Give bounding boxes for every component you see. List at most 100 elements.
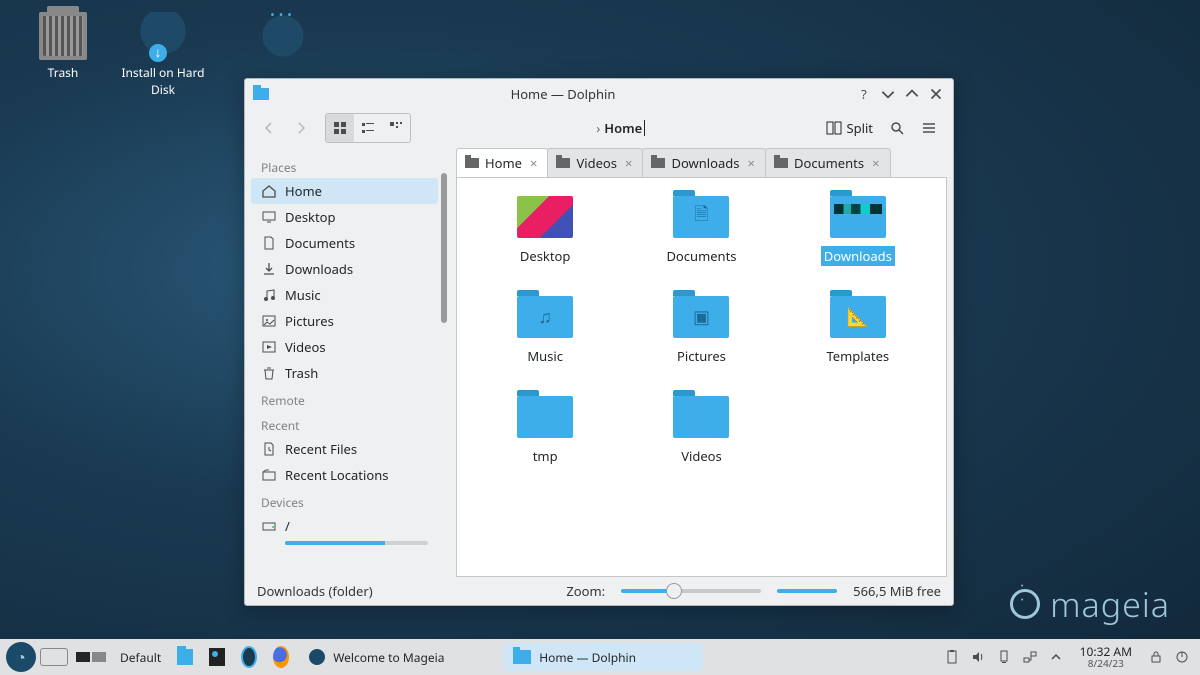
free-space-label: 566,5 MiB free bbox=[853, 582, 941, 600]
task-dolphin[interactable]: Home — Dolphin bbox=[503, 643, 703, 671]
sidebar-item-label: / bbox=[285, 517, 290, 535]
tab-close-icon[interactable]: × bbox=[528, 154, 539, 172]
tab-close-icon[interactable]: × bbox=[623, 154, 634, 172]
tab-home[interactable]: Home× bbox=[456, 148, 548, 177]
folder-label: Pictures bbox=[674, 346, 729, 366]
pager-2[interactable] bbox=[92, 652, 106, 662]
sidebar-item-label: Trash bbox=[285, 364, 318, 382]
hamburger-menu-button[interactable] bbox=[915, 114, 943, 142]
file-view[interactable]: Desktop 🗎Documents Downloads ♫Music ▣Pic… bbox=[456, 177, 947, 577]
minimize-button[interactable] bbox=[879, 85, 897, 103]
tab-videos[interactable]: Videos× bbox=[547, 148, 643, 177]
clock[interactable]: 10:32 AM 8/24/23 bbox=[1074, 645, 1138, 669]
sidebar-item-root[interactable]: / bbox=[251, 513, 438, 539]
search-button[interactable] bbox=[883, 114, 911, 142]
places-header: Places bbox=[251, 153, 438, 178]
split-button[interactable]: Split bbox=[820, 119, 879, 137]
desktop-icon-install[interactable]: Install on Hard Disk bbox=[118, 12, 208, 98]
sidebar-item-recent-locations[interactable]: Recent Locations bbox=[251, 462, 438, 488]
power-tray-icon[interactable] bbox=[1174, 649, 1190, 665]
launcher-konqueror[interactable] bbox=[235, 643, 263, 671]
scrollbar-thumb[interactable] bbox=[441, 173, 447, 323]
split-label: Split bbox=[846, 119, 873, 137]
folder-pictures[interactable]: ▣Pictures bbox=[631, 296, 771, 392]
desktop-icon-trash[interactable]: Trash bbox=[18, 12, 108, 81]
desktop-icon bbox=[261, 209, 277, 225]
sidebar-item-label: Recent Locations bbox=[285, 466, 388, 484]
recent-header: Recent bbox=[251, 411, 438, 436]
folder-label: Music bbox=[524, 346, 566, 366]
zoom-handle[interactable] bbox=[666, 583, 682, 599]
volume-tray-icon[interactable] bbox=[970, 649, 986, 665]
settings-icon bbox=[209, 648, 225, 666]
lock-tray-icon[interactable] bbox=[1148, 649, 1164, 665]
help-button[interactable]: ? bbox=[855, 85, 873, 103]
sidebar-item-downloads[interactable]: Downloads bbox=[251, 256, 438, 282]
show-desktop-button[interactable] bbox=[40, 648, 68, 666]
firefox-icon bbox=[273, 646, 289, 668]
network-tray-icon[interactable] bbox=[1022, 649, 1038, 665]
launcher-firefox[interactable] bbox=[267, 643, 295, 671]
konqueror-icon bbox=[241, 646, 257, 668]
icons-view-button[interactable] bbox=[326, 114, 354, 142]
app-launcher-button[interactable]: ◔ bbox=[6, 642, 36, 672]
sidebar-item-desktop[interactable]: Desktop bbox=[251, 204, 438, 230]
folder-documents[interactable]: 🗎Documents bbox=[631, 196, 771, 292]
tab-close-icon[interactable]: × bbox=[746, 154, 757, 172]
sidebar-item-documents[interactable]: Documents bbox=[251, 230, 438, 256]
welcome-icon bbox=[309, 649, 325, 665]
clipboard-tray-icon[interactable] bbox=[944, 649, 960, 665]
device-tray-icon[interactable] bbox=[996, 649, 1012, 665]
sidebar-item-pictures[interactable]: Pictures bbox=[251, 308, 438, 334]
maximize-button[interactable] bbox=[903, 85, 921, 103]
breadcrumb-item[interactable]: Home bbox=[604, 119, 642, 137]
zoom-label: Zoom: bbox=[566, 582, 605, 600]
folder-templates[interactable]: 📐Templates bbox=[788, 296, 928, 392]
titlebar[interactable]: Home — Dolphin ? bbox=[245, 79, 953, 109]
pager[interactable] bbox=[72, 652, 110, 662]
folder-icon bbox=[517, 196, 573, 238]
home-icon bbox=[261, 183, 277, 199]
live-icon bbox=[259, 12, 307, 60]
toolbar: › Home Split bbox=[245, 109, 953, 147]
task-label: Welcome to Mageia bbox=[333, 649, 444, 666]
tab-close-icon[interactable]: × bbox=[870, 154, 881, 172]
details-view-button[interactable] bbox=[382, 114, 410, 142]
task-welcome[interactable]: Welcome to Mageia bbox=[299, 643, 499, 671]
folder-label: tmp bbox=[530, 446, 561, 466]
tray-expand-icon[interactable] bbox=[1048, 649, 1064, 665]
window-title: Home — Dolphin bbox=[277, 85, 849, 103]
close-button[interactable] bbox=[927, 85, 945, 103]
folder-icon: 🗎 bbox=[673, 196, 729, 238]
folder-tmp[interactable]: tmp bbox=[475, 396, 615, 492]
sidebar-item-label: Documents bbox=[285, 234, 355, 252]
desktop-icon-live[interactable] bbox=[238, 12, 328, 64]
folder-icon bbox=[651, 158, 665, 168]
sidebar-item-music[interactable]: Music bbox=[251, 282, 438, 308]
pager-1[interactable] bbox=[76, 652, 90, 662]
app-icon bbox=[253, 88, 269, 100]
folder-videos[interactable]: Videos bbox=[631, 396, 771, 492]
folder-desktop[interactable]: Desktop bbox=[475, 196, 615, 292]
launcher-dolphin[interactable] bbox=[171, 643, 199, 671]
trash-icon bbox=[39, 12, 87, 60]
desktop-switcher[interactable]: Default bbox=[114, 643, 167, 671]
sidebar-item-videos[interactable]: Videos bbox=[251, 334, 438, 360]
sidebar-scrollbar[interactable] bbox=[438, 153, 450, 571]
compact-view-button[interactable] bbox=[354, 114, 382, 142]
desktop-label: Default bbox=[120, 649, 161, 666]
sidebar-item-recent-files[interactable]: Recent Files bbox=[251, 436, 438, 462]
tab-documents[interactable]: Documents× bbox=[765, 148, 891, 177]
zoom-slider[interactable] bbox=[621, 589, 761, 593]
videos-icon bbox=[261, 339, 277, 355]
tab-downloads[interactable]: Downloads× bbox=[642, 148, 766, 177]
forward-button[interactable] bbox=[287, 114, 315, 142]
breadcrumb[interactable]: › Home bbox=[421, 119, 816, 137]
back-button[interactable] bbox=[255, 114, 283, 142]
launcher-settings[interactable] bbox=[203, 643, 231, 671]
folder-downloads[interactable]: Downloads bbox=[788, 196, 928, 292]
sidebar-item-trash[interactable]: Trash bbox=[251, 360, 438, 386]
pictures-icon bbox=[261, 313, 277, 329]
folder-music[interactable]: ♫Music bbox=[475, 296, 615, 392]
sidebar-item-home[interactable]: Home bbox=[251, 178, 438, 204]
